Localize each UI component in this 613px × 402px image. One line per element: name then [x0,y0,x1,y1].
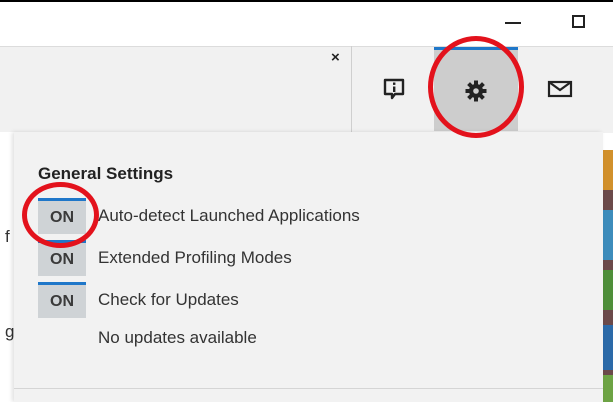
toggle-check-updates[interactable]: ON [38,282,86,318]
section-title: General Settings [38,164,174,183]
thumbnail-segment [603,375,613,402]
background-thumbnail-strip [603,150,613,402]
close-icon[interactable]: × [331,49,340,66]
title-bar [0,0,613,46]
setting-label: Check for Updates [98,290,239,309]
thumbnail-segment [603,325,613,370]
dropdown-divider [14,388,603,389]
background-text-fragment: f [5,227,10,246]
minimize-icon[interactable] [505,22,521,24]
maximize-icon[interactable] [572,15,585,28]
update-status: No updates available [98,328,257,347]
mail-icon [547,80,573,98]
info-button[interactable] [352,47,436,131]
setting-label: Auto-detect Launched Applications [98,206,360,225]
top-border [0,0,613,2]
settings-dropdown: General Settings ON Auto-detect Launched… [14,132,603,402]
setting-label: Extended Profiling Modes [98,248,292,267]
thumbnail-segment [603,210,613,260]
annotation-circle-toggle [22,182,99,248]
background-content-left: f g [0,132,14,402]
mail-button[interactable] [518,47,602,131]
info-comment-icon [383,78,405,100]
thumbnail-segment [603,270,613,310]
annotation-circle-settings [428,36,524,138]
thumbnail-segment [603,150,613,190]
